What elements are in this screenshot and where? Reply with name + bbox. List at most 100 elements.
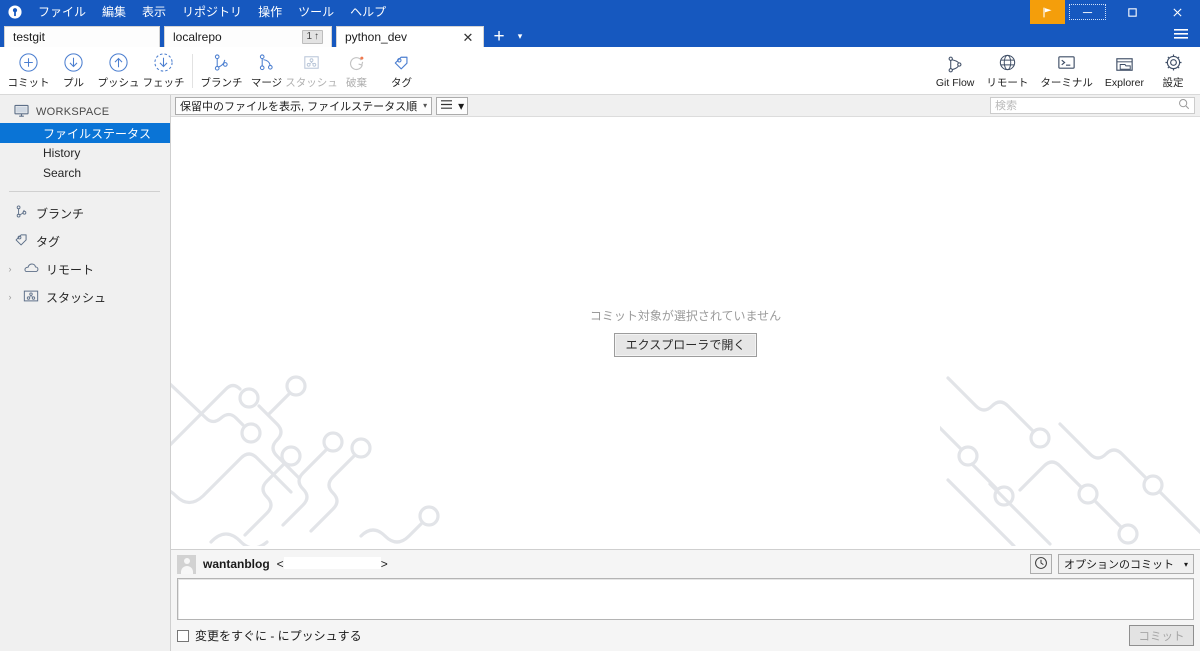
toolbar-label: フェッチ <box>142 77 185 89</box>
commit-button[interactable]: コミット <box>1129 625 1194 646</box>
view-filter-label: 保留中のファイルを表示, ファイルステータス順 <box>180 100 418 113</box>
open-in-explorer-button[interactable]: エクスプローラで開く <box>613 333 758 358</box>
toolbar-label: マージ <box>250 77 283 89</box>
chevron-right-icon[interactable]: › <box>4 292 16 302</box>
chevron-down-icon[interactable]: ▾ <box>510 26 530 47</box>
tag-icon <box>391 51 412 73</box>
view-filter-dropdown[interactable]: 保留中のファイルを表示, ファイルステータス順 ▾ <box>175 96 433 115</box>
overflow-menu-button[interactable] <box>1170 26 1192 42</box>
discard-refresh-icon <box>346 51 367 73</box>
monitor-icon <box>14 104 29 121</box>
close-icon[interactable]: ✕ <box>461 31 475 44</box>
sidebar-item-label: ファイルステータス <box>43 126 152 141</box>
sidebar-item-history[interactable]: History <box>0 143 170 163</box>
stash-icon <box>23 289 39 306</box>
sidebar-item-search[interactable]: Search <box>0 163 170 183</box>
main-toolbar: コミット プル プッシュ フェッチ ブランチ マージ スタッシュ 破棄 タグ G… <box>0 47 1200 95</box>
layout-dropdown[interactable]: ▾ <box>436 96 469 115</box>
file-status-canvas: コミット対象が選択されていません エクスプローラで開く <box>171 117 1200 550</box>
toolbar-branch-button[interactable]: ブランチ <box>199 48 244 94</box>
search-icon[interactable] <box>1178 98 1190 113</box>
push-immediately-row[interactable]: 変更をすぐに - にプッシュする <box>177 627 362 644</box>
title-bar: ファイル 編集 表示 リポジトリ 操作 ツール ヘルプ <box>0 0 1200 24</box>
globe-icon <box>997 51 1018 73</box>
search-box[interactable] <box>990 97 1195 114</box>
tab-python-dev[interactable]: python_dev ✕ <box>336 26 484 47</box>
toolbar-stash-button[interactable]: スタッシュ <box>285 48 338 94</box>
cloud-icon <box>23 261 39 278</box>
sidebar-item-remotes[interactable]: › リモート <box>0 255 170 283</box>
sidebar-item-file-status[interactable]: ファイルステータス <box>0 123 170 143</box>
sidebar-item-label: タグ <box>36 234 61 249</box>
toolbar-terminal-button[interactable]: ターミナル <box>1034 48 1099 94</box>
toolbar-pull-button[interactable]: プル <box>51 48 96 94</box>
arrow-up-icon: ↑ <box>314 31 319 42</box>
toolbar-label: 破棄 <box>346 77 367 89</box>
sidebar-workspace-header[interactable]: WORKSPACE <box>0 101 170 123</box>
toolbar-gitflow-button[interactable]: Git Flow <box>930 48 981 94</box>
commit-history-button[interactable] <box>1029 554 1052 574</box>
push-immediately-checkbox[interactable] <box>177 629 189 642</box>
commit-options-dropdown[interactable]: オプションのコミット ▾ <box>1057 554 1194 574</box>
toolbar-label: リモート <box>986 77 1029 89</box>
sidebar-item-stashes[interactable]: › スタッシュ <box>0 283 170 311</box>
sidebar: WORKSPACE ファイルステータス History Search ブランチ … <box>0 95 171 651</box>
circuit-decoration-right <box>936 346 1200 549</box>
chevron-down-icon: ▾ <box>423 101 428 110</box>
commit-message-box[interactable] <box>177 578 1194 620</box>
circuit-decoration-left <box>171 346 591 549</box>
sidebar-divider <box>9 191 160 192</box>
email-open-bracket: < <box>276 557 284 571</box>
menu-help[interactable]: ヘルプ <box>342 0 394 24</box>
toolbar-discard-button[interactable]: 破棄 <box>334 48 379 94</box>
main-panel: 保留中のファイルを表示, ファイルステータス順 ▾ ▾ 検索 コミット対象が選択… <box>171 95 1200 651</box>
app-logo-icon <box>0 0 30 24</box>
toolbar-fetch-button[interactable]: フェッチ <box>141 48 186 94</box>
menu-repository[interactable]: リポジトリ <box>174 0 250 24</box>
toolbar-explorer-button[interactable]: Explorer <box>1099 48 1150 94</box>
window-controls <box>1030 0 1200 24</box>
toolbar-label: プル <box>63 77 84 89</box>
chevron-right-icon[interactable]: › <box>4 264 16 274</box>
search-input[interactable] <box>995 99 1178 112</box>
minimize-button[interactable] <box>1065 0 1110 24</box>
tag-icon <box>14 232 29 250</box>
menu-view[interactable]: 表示 <box>134 0 174 24</box>
toolbar-label: 設定 <box>1162 77 1184 89</box>
tab-badge-count: 1 <box>306 31 312 42</box>
chevron-down-icon: ▾ <box>1183 559 1188 569</box>
empty-state: コミット対象が選択されていません エクスプローラで開く <box>171 307 1200 358</box>
email-close-bracket: > <box>380 557 388 571</box>
toolbar-push-button[interactable]: プッシュ <box>96 48 141 94</box>
arrow-down-dashed-circle-icon <box>153 51 174 73</box>
tab-localrepo[interactable]: localrepo 1 ↑ <box>164 26 332 47</box>
toolbar-commit-button[interactable]: コミット <box>6 48 51 94</box>
commit-message-input[interactable] <box>178 579 1193 619</box>
stash-icon <box>301 51 322 73</box>
menu-actions[interactable]: 操作 <box>250 0 290 24</box>
menu-file[interactable]: ファイル <box>30 0 94 24</box>
terminal-icon <box>1056 51 1077 73</box>
toolbar-merge-button[interactable]: マージ <box>244 48 289 94</box>
commit-panel: wantanblog < > オプションのコミット ▾ 変更をすぐに - にプッ… <box>171 550 1200 651</box>
sidebar-item-label: Search <box>43 166 82 180</box>
toolbar-label: タグ <box>391 77 412 89</box>
gitflow-icon <box>945 53 966 75</box>
toolbar-label: ターミナル <box>1040 77 1093 89</box>
toolbar-remote-button[interactable]: リモート <box>980 48 1034 94</box>
new-tab-button[interactable]: + <box>488 27 510 47</box>
toolbar-tag-button[interactable]: タグ <box>379 48 424 94</box>
chevron-down-icon: ▾ <box>458 98 465 113</box>
sourcetree-window: ファイル 編集 表示 リポジトリ 操作 ツール ヘルプ testgit loca… <box>0 0 1200 651</box>
sidebar-item-branches[interactable]: ブランチ <box>0 199 170 227</box>
menu-tools[interactable]: ツール <box>290 0 342 24</box>
tab-label: python_dev <box>345 30 408 44</box>
sidebar-item-tags[interactable]: タグ <box>0 227 170 255</box>
flag-button[interactable] <box>1030 0 1065 24</box>
menu-edit[interactable]: 編集 <box>94 0 134 24</box>
sidebar-item-label: ブランチ <box>36 206 85 221</box>
close-button[interactable] <box>1155 0 1200 24</box>
maximize-button[interactable] <box>1110 0 1155 24</box>
toolbar-settings-button[interactable]: 設定 <box>1150 48 1196 94</box>
tab-testgit[interactable]: testgit <box>4 26 160 47</box>
